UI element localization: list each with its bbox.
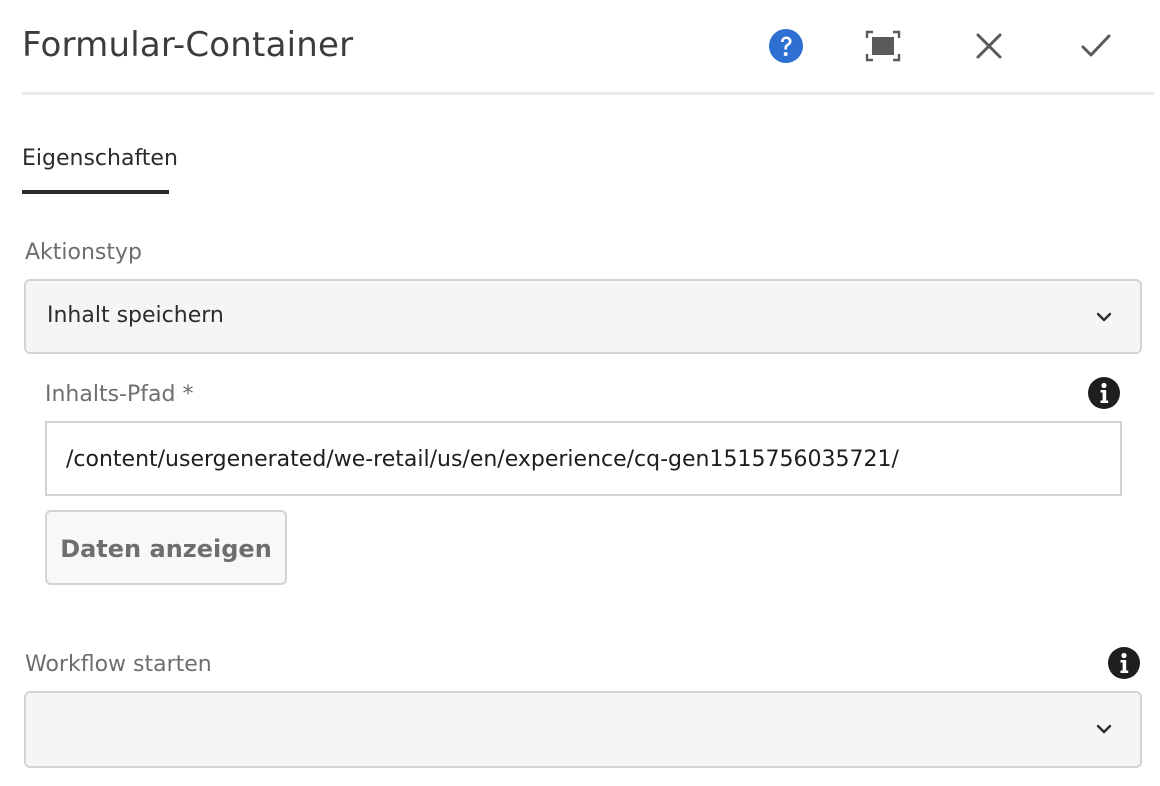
content-path-value: /content/usergenerated/we-retail/us/en/e… bbox=[66, 447, 899, 472]
info-icon[interactable] bbox=[1107, 646, 1141, 680]
tab-eigenschaften[interactable]: Eigenschaften bbox=[22, 140, 178, 194]
content-path-label: Inhalts-Pfad * bbox=[45, 382, 194, 407]
view-data-button-label: Daten anzeigen bbox=[60, 535, 272, 563]
fullscreen-button[interactable] bbox=[859, 22, 907, 70]
content-path-input[interactable]: /content/usergenerated/we-retail/us/en/e… bbox=[45, 421, 1122, 496]
checkmark-icon bbox=[1081, 34, 1111, 57]
action-type-select[interactable]: Inhalt speichern bbox=[24, 279, 1142, 354]
action-type-value: Inhalt speichern bbox=[47, 303, 224, 328]
close-icon bbox=[976, 33, 1002, 59]
start-workflow-label: Workflow starten bbox=[25, 652, 212, 677]
done-button[interactable] bbox=[1072, 22, 1120, 70]
chevron-down-icon bbox=[1096, 724, 1112, 734]
action-type-label: Aktionstyp bbox=[25, 240, 143, 265]
info-icon[interactable] bbox=[1087, 376, 1121, 410]
help-button[interactable] bbox=[762, 22, 810, 70]
start-workflow-select[interactable] bbox=[24, 691, 1142, 768]
fullscreen-icon bbox=[865, 30, 901, 62]
close-button[interactable] bbox=[965, 22, 1013, 70]
tab-label: Eigenschaften bbox=[22, 146, 178, 171]
dialog-header: Formular-Container bbox=[22, 0, 1154, 95]
help-icon bbox=[769, 29, 803, 63]
dialog-title: Formular-Container bbox=[22, 25, 354, 65]
view-data-button[interactable]: Daten anzeigen bbox=[45, 510, 287, 585]
chevron-down-icon bbox=[1096, 312, 1112, 322]
